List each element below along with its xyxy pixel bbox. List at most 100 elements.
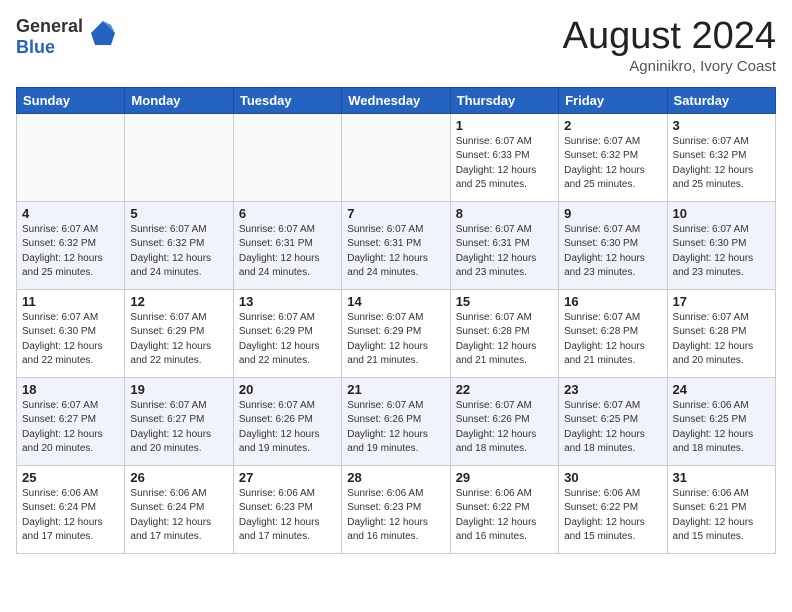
day-info: Sunrise: 6:07 AM Sunset: 6:26 PM Dayligh… — [347, 399, 444, 457]
calendar-cell: 25 Sunrise: 6:06 AM Sunset: 6:24 PM Dayli… — [17, 465, 125, 553]
weekday-header-tuesday: Tuesday — [233, 87, 341, 113]
day-info: Sunrise: 6:07 AM Sunset: 6:31 PM Dayligh… — [456, 223, 553, 281]
day-info: Sunrise: 6:07 AM Sunset: 6:28 PM Dayligh… — [456, 311, 553, 369]
day-info: Sunrise: 6:07 AM Sunset: 6:32 PM Dayligh… — [673, 135, 770, 193]
calendar-cell: 7 Sunrise: 6:07 AM Sunset: 6:31 PM Daylig… — [342, 201, 450, 289]
calendar-week-row: 18Sunrise: 6:07 AM Sunset: 6:27 PM Dayli… — [17, 377, 776, 465]
calendar-cell: 1 Sunrise: 6:07 AM Sunset: 6:33 PM Daylig… — [450, 113, 558, 201]
calendar-cell: 28 Sunrise: 6:06 AM Sunset: 6:23 PM Dayli… — [342, 465, 450, 553]
day-info: Sunrise: 6:07 AM Sunset: 6:29 PM Dayligh… — [130, 311, 227, 369]
day-info: Sunrise: 6:07 AM Sunset: 6:25 PM Dayligh… — [564, 399, 661, 457]
day-info: Sunrise: 6:07 AM Sunset: 6:27 PM Dayligh… — [22, 399, 119, 457]
calendar-cell: 13 Sunrise: 6:07 AM Sunset: 6:29 PM Dayli… — [233, 289, 341, 377]
weekday-header-thursday: Thursday — [450, 87, 558, 113]
calendar-cell: 3Sunrise: 6:07 AM Sunset: 6:32 PM Daylig… — [667, 113, 775, 201]
day-info: Sunrise: 6:07 AM Sunset: 6:30 PM Dayligh… — [564, 223, 661, 281]
logo-general: General — [16, 16, 83, 36]
calendar-table: SundayMondayTuesdayWednesdayThursdayFrid… — [16, 87, 776, 554]
calendar-week-row: 11 Sunrise: 6:07 AM Sunset: 6:30 PM Dayli… — [17, 289, 776, 377]
day-number: 11 — [22, 294, 119, 309]
day-number: 4 — [22, 206, 119, 221]
day-number: 9 — [564, 206, 661, 221]
day-number: 19 — [130, 382, 227, 397]
weekday-header-monday: Monday — [125, 87, 233, 113]
calendar-cell: 19 Sunrise: 6:07 AM Sunset: 6:27 PM Dayli… — [125, 377, 233, 465]
day-number: 21 — [347, 382, 444, 397]
day-number: 30 — [564, 470, 661, 485]
calendar-cell — [17, 113, 125, 201]
calendar-cell: 17 Sunrise: 6:07 AM Sunset: 6:28 PM Dayli… — [667, 289, 775, 377]
day-info: Sunrise: 6:07 AM Sunset: 6:33 PM Dayligh… — [456, 135, 553, 193]
weekday-header-saturday: Saturday — [667, 87, 775, 113]
day-number: 27 — [239, 470, 336, 485]
day-number: 23 — [564, 382, 661, 397]
day-info: Sunrise: 6:06 AM Sunset: 6:24 PM Dayligh… — [22, 487, 119, 545]
day-number: 1 — [456, 118, 553, 133]
day-number: 24 — [673, 382, 770, 397]
day-number: 7 — [347, 206, 444, 221]
calendar-cell: 26 Sunrise: 6:06 AM Sunset: 6:24 PM Dayli… — [125, 465, 233, 553]
day-number: 5 — [130, 206, 227, 221]
day-info: Sunrise: 6:07 AM Sunset: 6:26 PM Dayligh… — [456, 399, 553, 457]
day-info: Sunrise: 6:06 AM Sunset: 6:21 PM Dayligh… — [673, 487, 770, 545]
weekday-header-row: SundayMondayTuesdayWednesdayThursdayFrid… — [17, 87, 776, 113]
weekday-header-friday: Friday — [559, 87, 667, 113]
day-number: 20 — [239, 382, 336, 397]
day-number: 22 — [456, 382, 553, 397]
weekday-header-sunday: Sunday — [17, 87, 125, 113]
day-info: Sunrise: 6:07 AM Sunset: 6:28 PM Dayligh… — [564, 311, 661, 369]
calendar-cell — [342, 113, 450, 201]
day-info: Sunrise: 6:07 AM Sunset: 6:29 PM Dayligh… — [239, 311, 336, 369]
day-number: 15 — [456, 294, 553, 309]
calendar-cell: 8 Sunrise: 6:07 AM Sunset: 6:31 PM Daylig… — [450, 201, 558, 289]
calendar-cell: 12Sunrise: 6:07 AM Sunset: 6:29 PM Dayli… — [125, 289, 233, 377]
calendar-cell: 27 Sunrise: 6:06 AM Sunset: 6:23 PM Dayli… — [233, 465, 341, 553]
calendar-cell: 2Sunrise: 6:07 AM Sunset: 6:32 PM Daylig… — [559, 113, 667, 201]
calendar-cell: 20 Sunrise: 6:07 AM Sunset: 6:26 PM Dayli… — [233, 377, 341, 465]
logo-icon — [87, 17, 119, 49]
location-subtitle: Agninikro, Ivory Coast — [563, 58, 776, 75]
day-info: Sunrise: 6:06 AM Sunset: 6:25 PM Dayligh… — [673, 399, 770, 457]
day-number: 26 — [130, 470, 227, 485]
day-number: 25 — [22, 470, 119, 485]
logo: General Blue — [16, 16, 119, 57]
calendar-cell: 30Sunrise: 6:06 AM Sunset: 6:22 PM Dayli… — [559, 465, 667, 553]
day-number: 31 — [673, 470, 770, 485]
page-header: General Blue August 2024 Agninikro, Ivor… — [16, 16, 776, 75]
day-info: Sunrise: 6:07 AM Sunset: 6:28 PM Dayligh… — [673, 311, 770, 369]
day-number: 17 — [673, 294, 770, 309]
month-year-title: August 2024 — [563, 16, 776, 58]
day-info: Sunrise: 6:07 AM Sunset: 6:27 PM Dayligh… — [130, 399, 227, 457]
day-info: Sunrise: 6:07 AM Sunset: 6:30 PM Dayligh… — [673, 223, 770, 281]
calendar-cell: 6Sunrise: 6:07 AM Sunset: 6:31 PM Daylig… — [233, 201, 341, 289]
calendar-cell: 9 Sunrise: 6:07 AM Sunset: 6:30 PM Daylig… — [559, 201, 667, 289]
title-block: August 2024 Agninikro, Ivory Coast — [563, 16, 776, 75]
calendar-cell: 23 Sunrise: 6:07 AM Sunset: 6:25 PM Dayli… — [559, 377, 667, 465]
logo-blue: Blue — [16, 37, 55, 57]
day-number: 8 — [456, 206, 553, 221]
weekday-header-wednesday: Wednesday — [342, 87, 450, 113]
calendar-cell: 18Sunrise: 6:07 AM Sunset: 6:27 PM Dayli… — [17, 377, 125, 465]
calendar-cell: 16Sunrise: 6:07 AM Sunset: 6:28 PM Dayli… — [559, 289, 667, 377]
calendar-cell: 10Sunrise: 6:07 AM Sunset: 6:30 PM Dayli… — [667, 201, 775, 289]
calendar-week-row: 25 Sunrise: 6:06 AM Sunset: 6:24 PM Dayli… — [17, 465, 776, 553]
day-info: Sunrise: 6:07 AM Sunset: 6:30 PM Dayligh… — [22, 311, 119, 369]
day-number: 14 — [347, 294, 444, 309]
calendar-cell: 11 Sunrise: 6:07 AM Sunset: 6:30 PM Dayli… — [17, 289, 125, 377]
day-number: 6 — [239, 206, 336, 221]
day-info: Sunrise: 6:07 AM Sunset: 6:29 PM Dayligh… — [347, 311, 444, 369]
day-number: 29 — [456, 470, 553, 485]
day-info: Sunrise: 6:07 AM Sunset: 6:31 PM Dayligh… — [347, 223, 444, 281]
day-number: 13 — [239, 294, 336, 309]
calendar-cell: 14 Sunrise: 6:07 AM Sunset: 6:29 PM Dayli… — [342, 289, 450, 377]
day-number: 28 — [347, 470, 444, 485]
day-info: Sunrise: 6:06 AM Sunset: 6:22 PM Dayligh… — [456, 487, 553, 545]
day-info: Sunrise: 6:06 AM Sunset: 6:23 PM Dayligh… — [347, 487, 444, 545]
day-info: Sunrise: 6:07 AM Sunset: 6:32 PM Dayligh… — [130, 223, 227, 281]
day-info: Sunrise: 6:06 AM Sunset: 6:24 PM Dayligh… — [130, 487, 227, 545]
day-info: Sunrise: 6:06 AM Sunset: 6:23 PM Dayligh… — [239, 487, 336, 545]
calendar-cell: 24 Sunrise: 6:06 AM Sunset: 6:25 PM Dayli… — [667, 377, 775, 465]
day-info: Sunrise: 6:07 AM Sunset: 6:26 PM Dayligh… — [239, 399, 336, 457]
calendar-cell — [125, 113, 233, 201]
calendar-cell: 5 Sunrise: 6:07 AM Sunset: 6:32 PM Daylig… — [125, 201, 233, 289]
